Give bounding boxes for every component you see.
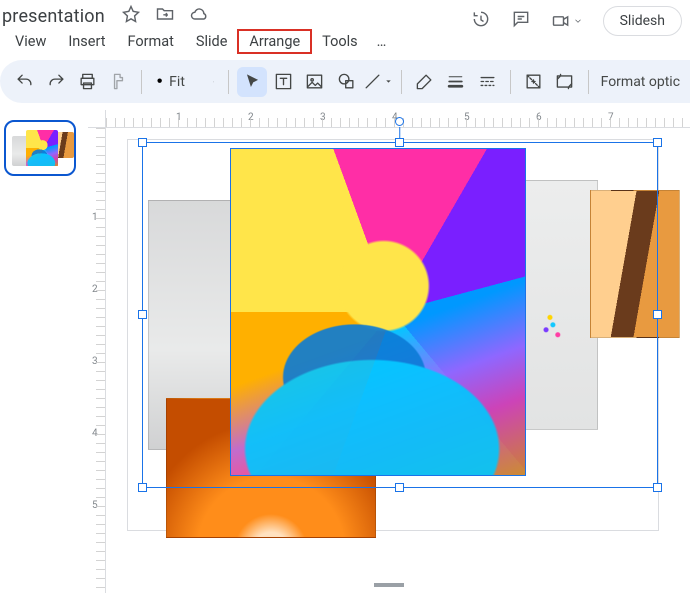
rotate-handle[interactable] xyxy=(395,117,404,126)
border-weight-button[interactable] xyxy=(441,67,470,97)
ruler-h-tick: 6 xyxy=(536,112,542,123)
top-right-group: Slidesh xyxy=(471,6,682,36)
ruler-v-tick: 2 xyxy=(92,284,98,295)
paint-format-button[interactable] xyxy=(104,67,133,97)
menu-format[interactable]: Format xyxy=(116,30,184,53)
history-icon[interactable] xyxy=(471,9,491,33)
ruler-h-tick: 5 xyxy=(464,112,470,123)
toolbar: Fit Format optic xyxy=(0,59,690,103)
selection-bounding-box[interactable] xyxy=(142,142,658,488)
resize-handle-br[interactable] xyxy=(653,483,662,492)
slide-canvas[interactable] xyxy=(128,140,658,530)
ruler-h-tick: 1 xyxy=(176,112,182,123)
shape-tool[interactable] xyxy=(331,67,360,97)
resize-handle-mr[interactable] xyxy=(653,310,662,319)
ruler-v-tick: 5 xyxy=(92,500,98,511)
menu-tools[interactable]: Tools xyxy=(311,30,369,53)
ruler-v-tick: 3 xyxy=(92,356,98,367)
menu-view[interactable]: View xyxy=(4,30,57,53)
undo-button[interactable] xyxy=(10,67,39,97)
separator xyxy=(401,70,402,94)
select-tool[interactable] xyxy=(237,67,266,97)
doc-title[interactable]: presentation xyxy=(0,6,105,27)
zoom-control[interactable]: Fit xyxy=(150,74,220,90)
separator xyxy=(228,70,229,94)
zoom-label: Fit xyxy=(169,74,185,90)
textbox-tool[interactable] xyxy=(269,67,298,97)
workspace: 1 2 3 4 5 6 7 1 2 3 4 5 xyxy=(0,110,690,593)
resize-handle-bm[interactable] xyxy=(395,483,404,492)
menu-more[interactable]: … xyxy=(369,30,395,53)
cloud-saved-icon[interactable] xyxy=(189,4,209,28)
ruler-origin xyxy=(88,110,106,128)
menu-arrange[interactable]: Arrange xyxy=(238,30,311,53)
slideshow-button[interactable]: Slidesh xyxy=(603,6,682,36)
format-options-button[interactable]: Format optic xyxy=(597,74,680,90)
title-bar: presentation Slidesh xyxy=(0,0,690,28)
menu-insert[interactable]: Insert xyxy=(57,30,116,53)
speaker-notes-drag-handle[interactable] xyxy=(374,583,404,587)
move-folder-icon[interactable] xyxy=(155,4,175,28)
thumbnail-panel xyxy=(0,110,88,593)
line-tool[interactable] xyxy=(363,67,393,97)
separator xyxy=(141,70,142,94)
crop-button[interactable] xyxy=(519,67,548,97)
chevron-down-icon xyxy=(575,20,580,23)
border-color-button[interactable] xyxy=(410,67,439,97)
redo-button[interactable] xyxy=(41,67,70,97)
ruler-v-tick: 4 xyxy=(92,428,98,439)
menu-slide[interactable]: Slide xyxy=(185,30,239,53)
ruler-h-tick: 7 xyxy=(608,112,614,123)
resize-handle-ml[interactable] xyxy=(138,310,147,319)
title-icon-group xyxy=(121,4,209,28)
camera-dropdown-icon[interactable] xyxy=(551,11,583,31)
resize-handle-tl[interactable] xyxy=(138,138,147,147)
resize-handle-tm[interactable] xyxy=(395,138,404,147)
print-button[interactable] xyxy=(73,67,102,97)
ruler-h-tick: 2 xyxy=(248,112,254,123)
slide-thumbnail[interactable] xyxy=(4,120,76,176)
zoom-icon xyxy=(156,77,165,86)
resize-handle-bl[interactable] xyxy=(138,483,147,492)
canvas-area[interactable]: 1 2 3 4 5 6 7 1 2 3 4 5 xyxy=(88,110,690,593)
resize-handle-tr[interactable] xyxy=(653,138,662,147)
chevron-down-icon xyxy=(213,77,215,87)
chevron-down-icon xyxy=(384,77,393,86)
image-tool[interactable] xyxy=(300,67,329,97)
replace-image-button[interactable] xyxy=(550,67,579,97)
ruler-v-tick: 1 xyxy=(92,212,98,223)
vertical-ruler: 1 2 3 4 5 xyxy=(88,128,106,593)
comment-icon[interactable] xyxy=(511,9,531,33)
ruler-h-tick: 3 xyxy=(320,112,326,123)
separator xyxy=(510,70,511,94)
border-dash-button[interactable] xyxy=(473,67,502,97)
star-icon[interactable] xyxy=(121,4,141,28)
separator xyxy=(588,70,589,94)
